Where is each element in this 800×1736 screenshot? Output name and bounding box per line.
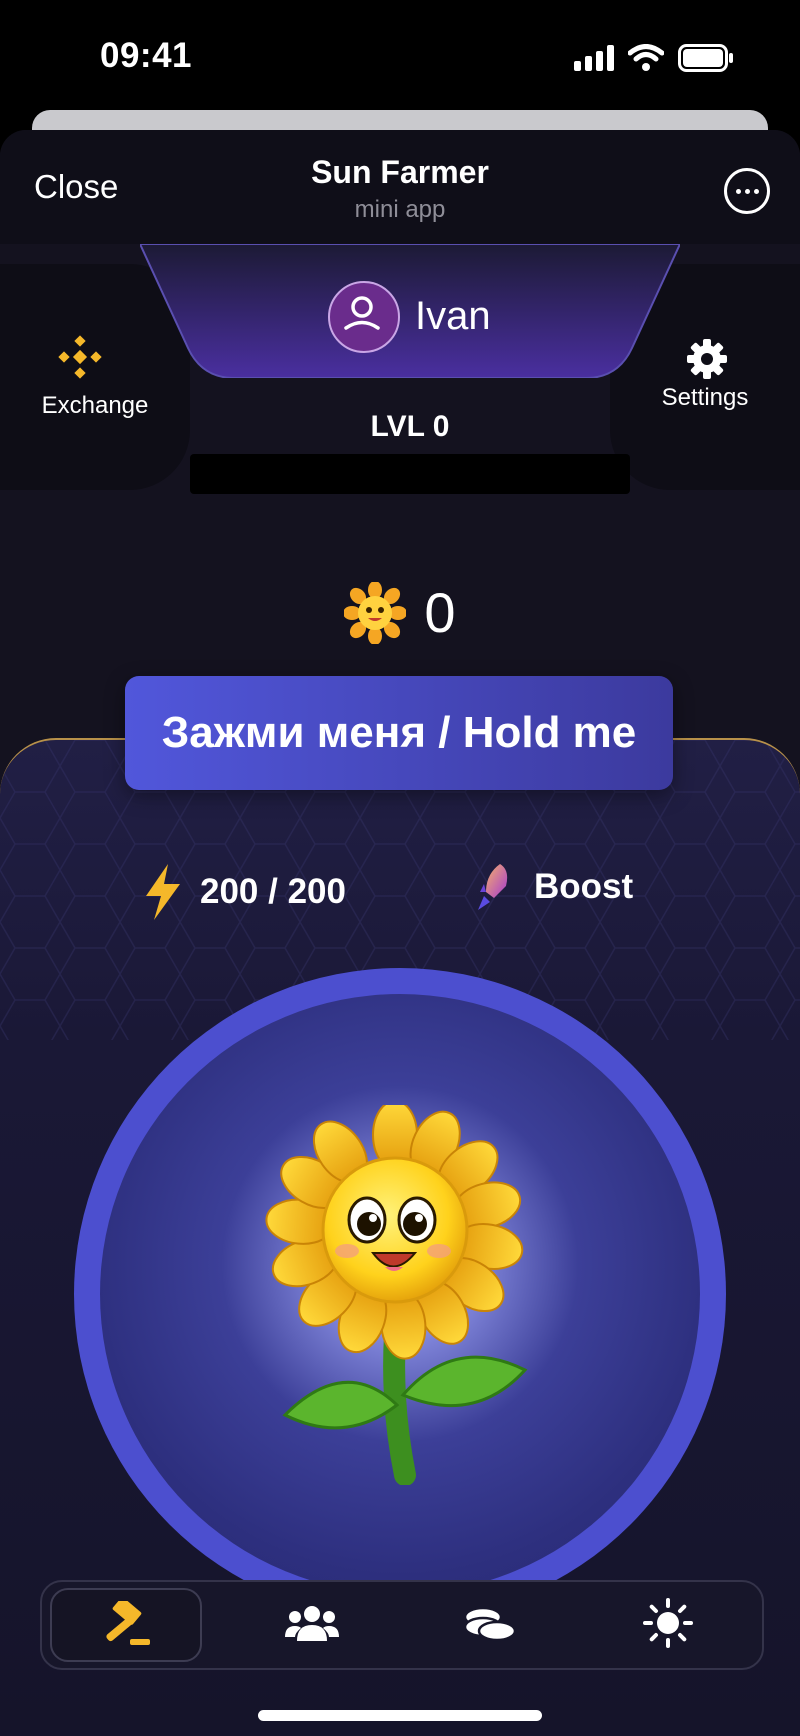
- nav-tab-friends[interactable]: [238, 1588, 386, 1658]
- nav-tab-earn[interactable]: [416, 1588, 564, 1658]
- gear-icon: [687, 339, 727, 379]
- hammer-icon: [106, 1601, 150, 1645]
- status-time: 09:41: [100, 36, 193, 75]
- balance-value: 0: [424, 581, 456, 644]
- avatar: [328, 281, 400, 353]
- more-options-button[interactable]: [724, 168, 770, 214]
- wifi-icon: [628, 44, 664, 71]
- status-icons: [574, 44, 734, 72]
- balance: 0: [0, 580, 800, 645]
- user-pill: [140, 244, 680, 378]
- user-name: Ivan: [415, 294, 491, 338]
- nav-tab-sun[interactable]: [594, 1588, 742, 1658]
- bottom-navigation: [40, 1580, 764, 1670]
- boost-button[interactable]: Boost: [476, 862, 633, 912]
- more-dot-icon: [753, 188, 759, 194]
- status-bar: 09:41: [0, 0, 800, 110]
- settings-label: Settings: [661, 384, 749, 411]
- coins-icon: [463, 1606, 517, 1642]
- nav-tab-tap[interactable]: [50, 1588, 202, 1662]
- profile-header: Exchange Settings: [0, 244, 800, 490]
- signal-icon: [574, 45, 614, 71]
- boost-label: Boost: [534, 867, 634, 906]
- level-progress-bar: [190, 454, 630, 494]
- lightning-icon: [146, 864, 180, 920]
- energy-value: 200 / 200: [200, 872, 346, 911]
- battery-icon: [678, 44, 733, 72]
- more-dot-icon: [744, 188, 750, 194]
- app-subtitle: mini app: [354, 196, 446, 223]
- app-title: Sun Farmer: [311, 154, 489, 190]
- exchange-icon: [58, 335, 102, 379]
- friends-icon: [285, 1606, 339, 1641]
- sunflower-coin-icon: [344, 581, 407, 644]
- level-label: LVL 0: [370, 410, 450, 443]
- sunflower-mascot-icon: [265, 1105, 528, 1485]
- more-dot-icon: [735, 188, 741, 194]
- rocket-icon: [478, 864, 508, 910]
- sun-icon: [643, 1598, 693, 1648]
- hold-me-button[interactable]: Зажми меня / Hold me: [125, 676, 673, 790]
- energy-indicator: 200 / 200: [140, 864, 346, 920]
- user-icon: [344, 296, 380, 330]
- app-header: Close Sun Farmer mini app: [0, 130, 800, 244]
- home-indicator: [258, 1710, 542, 1721]
